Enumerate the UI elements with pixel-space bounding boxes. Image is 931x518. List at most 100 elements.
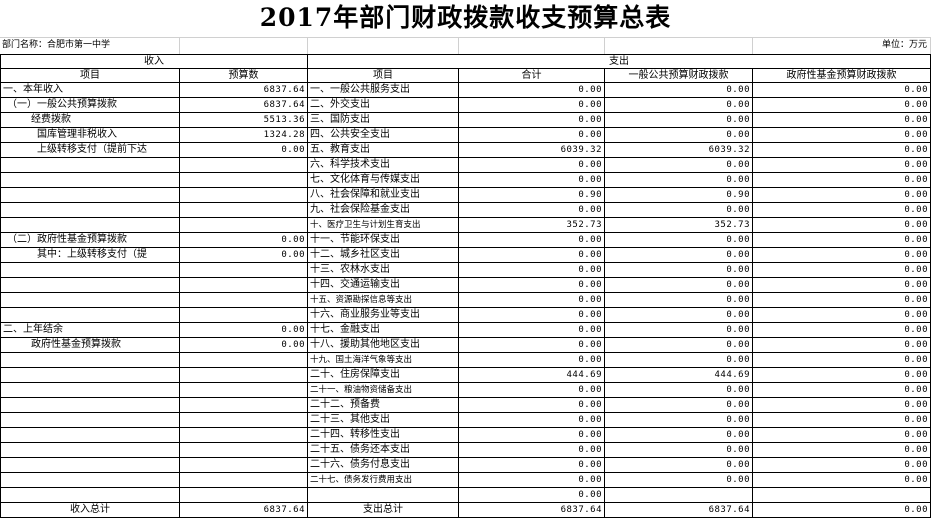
expense-item-cell: 一、一般公共服务支出 — [307, 82, 459, 98]
general-budget-cell: 0.00 — [604, 112, 753, 128]
general-budget-cell: 6039.32 — [604, 142, 753, 158]
income-value-cell — [179, 202, 308, 218]
income-item-cell — [0, 457, 180, 473]
expense-item-cell: 九、社会保险基金支出 — [307, 202, 459, 218]
income-item-cell — [0, 157, 180, 173]
total-cell: 0.00 — [458, 352, 605, 368]
fund-budget-cell: 0.00 — [752, 187, 931, 203]
income-total-label: 收入总计 — [0, 502, 180, 518]
total-cell: 0.00 — [458, 172, 605, 188]
income-value-cell — [179, 187, 308, 203]
expense-item-cell: 四、公共安全支出 — [307, 127, 459, 143]
column-header-row: 项目 预算数 项目 合计 一般公共预算财政拨款 政府性基金预算财政拨款 — [0, 68, 931, 83]
expense-item-cell: 二十七、债务发行费用支出 — [307, 472, 459, 488]
fund-budget-cell: 0.00 — [752, 82, 931, 98]
income-value-cell — [179, 217, 308, 233]
table-row: （一）一般公共预算拨款 6837.64 二、外交支出 0.00 0.00 0.00 — [0, 97, 931, 113]
expense-item-cell: 十、医疗卫生与计划生育支出 — [307, 217, 459, 233]
general-budget-cell: 0.00 — [604, 277, 753, 293]
fund-budget-cell: 0.00 — [752, 277, 931, 293]
fund-budget-cell: 0.00 — [752, 217, 931, 233]
income-value-cell — [179, 277, 308, 293]
total-cell: 0.00 — [458, 412, 605, 428]
general-budget-cell: 0.00 — [604, 457, 753, 473]
expense-item-cell: 十四、交通运输支出 — [307, 277, 459, 293]
fund-budget-cell: 0.00 — [752, 472, 931, 488]
table-row: 国库管理非税收入 1324.28 四、公共安全支出 0.00 0.00 0.00 — [0, 127, 931, 143]
general-budget-cell: 0.00 — [604, 322, 753, 338]
income-value-cell — [179, 172, 308, 188]
section-header-row: 收入 支出 — [0, 54, 931, 69]
total-cell: 0.00 — [458, 457, 605, 473]
income-value-cell: 0.00 — [179, 322, 308, 338]
expense-item-cell: 十六、商业服务业等支出 — [307, 307, 459, 323]
income-item-cell — [0, 367, 180, 383]
table-row: 二十五、债务还本支出 0.00 0.00 0.00 — [0, 442, 931, 458]
general-budget-cell: 0.00 — [604, 352, 753, 368]
income-item-cell — [0, 427, 180, 443]
general-budget-cell: 0.00 — [604, 442, 753, 458]
expense-item-cell: 十九、国土海洋气象等支出 — [307, 352, 459, 368]
table-row: 政府性基金预算拨款 0.00 十八、援助其他地区支出 0.00 0.00 0.00 — [0, 337, 931, 353]
general-budget-header: 一般公共预算财政拨款 — [604, 68, 753, 83]
fund-budget-cell: 0.00 — [752, 307, 931, 323]
income-item-cell: 国库管理非税收入 — [0, 127, 180, 143]
income-value-cell — [179, 157, 308, 173]
expense-item-cell: 二十六、债务付息支出 — [307, 457, 459, 473]
fund-budget-cell: 0.00 — [752, 97, 931, 113]
income-item-cell — [0, 472, 180, 488]
table-row: 六、科学技术支出 0.00 0.00 0.00 — [0, 157, 931, 173]
income-value-cell — [179, 487, 308, 503]
income-value-cell — [179, 307, 308, 323]
table-row: 十三、农林水支出 0.00 0.00 0.00 — [0, 262, 931, 278]
income-item-cell — [0, 442, 180, 458]
expense-item-cell: 六、科学技术支出 — [307, 157, 459, 173]
income-value-cell — [179, 427, 308, 443]
income-value-cell: 0.00 — [179, 337, 308, 353]
expense-item-header: 项目 — [307, 68, 459, 83]
total-header: 合计 — [458, 68, 605, 83]
income-item-cell: （二）政府性基金预算拨款 — [0, 232, 180, 248]
table-row: 七、文化体育与传媒支出 0.00 0.00 0.00 — [0, 172, 931, 188]
income-item-cell — [0, 217, 180, 233]
income-value-cell — [179, 457, 308, 473]
income-item-cell — [0, 397, 180, 413]
table-row: 一、本年收入 6837.64 一、一般公共服务支出 0.00 0.00 0.00 — [0, 82, 931, 98]
expense-item-cell: 二十二、预备费 — [307, 397, 459, 413]
fund-budget-cell: 0.00 — [752, 352, 931, 368]
total-cell: 0.00 — [458, 277, 605, 293]
total-cell: 0.00 — [458, 127, 605, 143]
total-cell: 0.00 — [458, 202, 605, 218]
fund-budget-cell: 0.00 — [752, 292, 931, 308]
fund-budget-cell: 0.00 — [752, 457, 931, 473]
total-cell: 0.90 — [458, 187, 605, 203]
income-value-cell: 6837.64 — [179, 97, 308, 113]
total-cell: 0.00 — [458, 307, 605, 323]
general-budget-cell: 0.00 — [604, 262, 753, 278]
income-item-cell — [0, 307, 180, 323]
income-budget-header: 预算数 — [179, 68, 308, 83]
table-row: 十四、交通运输支出 0.00 0.00 0.00 — [0, 277, 931, 293]
fund-budget-cell — [752, 487, 931, 503]
total-cell: 0.00 — [458, 322, 605, 338]
income-value-cell — [179, 262, 308, 278]
fund-budget-cell: 0.00 — [752, 112, 931, 128]
meta-row-lines — [0, 37, 931, 55]
fund-budget-cell: 0.00 — [752, 397, 931, 413]
income-value-cell — [179, 292, 308, 308]
table-row: 上级转移支付（提前下达 0.00 五、教育支出 6039.32 6039.32 0.00 — [0, 142, 931, 158]
expense-item-cell: 十三、农林水支出 — [307, 262, 459, 278]
general-budget-cell: 0.00 — [604, 202, 753, 218]
table-row: 二十三、其他支出 0.00 0.00 0.00 — [0, 412, 931, 428]
fund-budget-cell: 0.00 — [752, 232, 931, 248]
income-item-cell: 上级转移支付（提前下达 — [0, 142, 180, 158]
general-budget-cell: 0.00 — [604, 397, 753, 413]
income-item-cell — [0, 187, 180, 203]
income-value-cell — [179, 367, 308, 383]
fund-budget-cell: 0.00 — [752, 442, 931, 458]
fund-budget-cell: 0.00 — [752, 172, 931, 188]
income-item-cell — [0, 412, 180, 428]
income-value-cell: 1324.28 — [179, 127, 308, 143]
expense-item-cell: 二十、住房保障支出 — [307, 367, 459, 383]
fund-budget-cell: 0.00 — [752, 337, 931, 353]
